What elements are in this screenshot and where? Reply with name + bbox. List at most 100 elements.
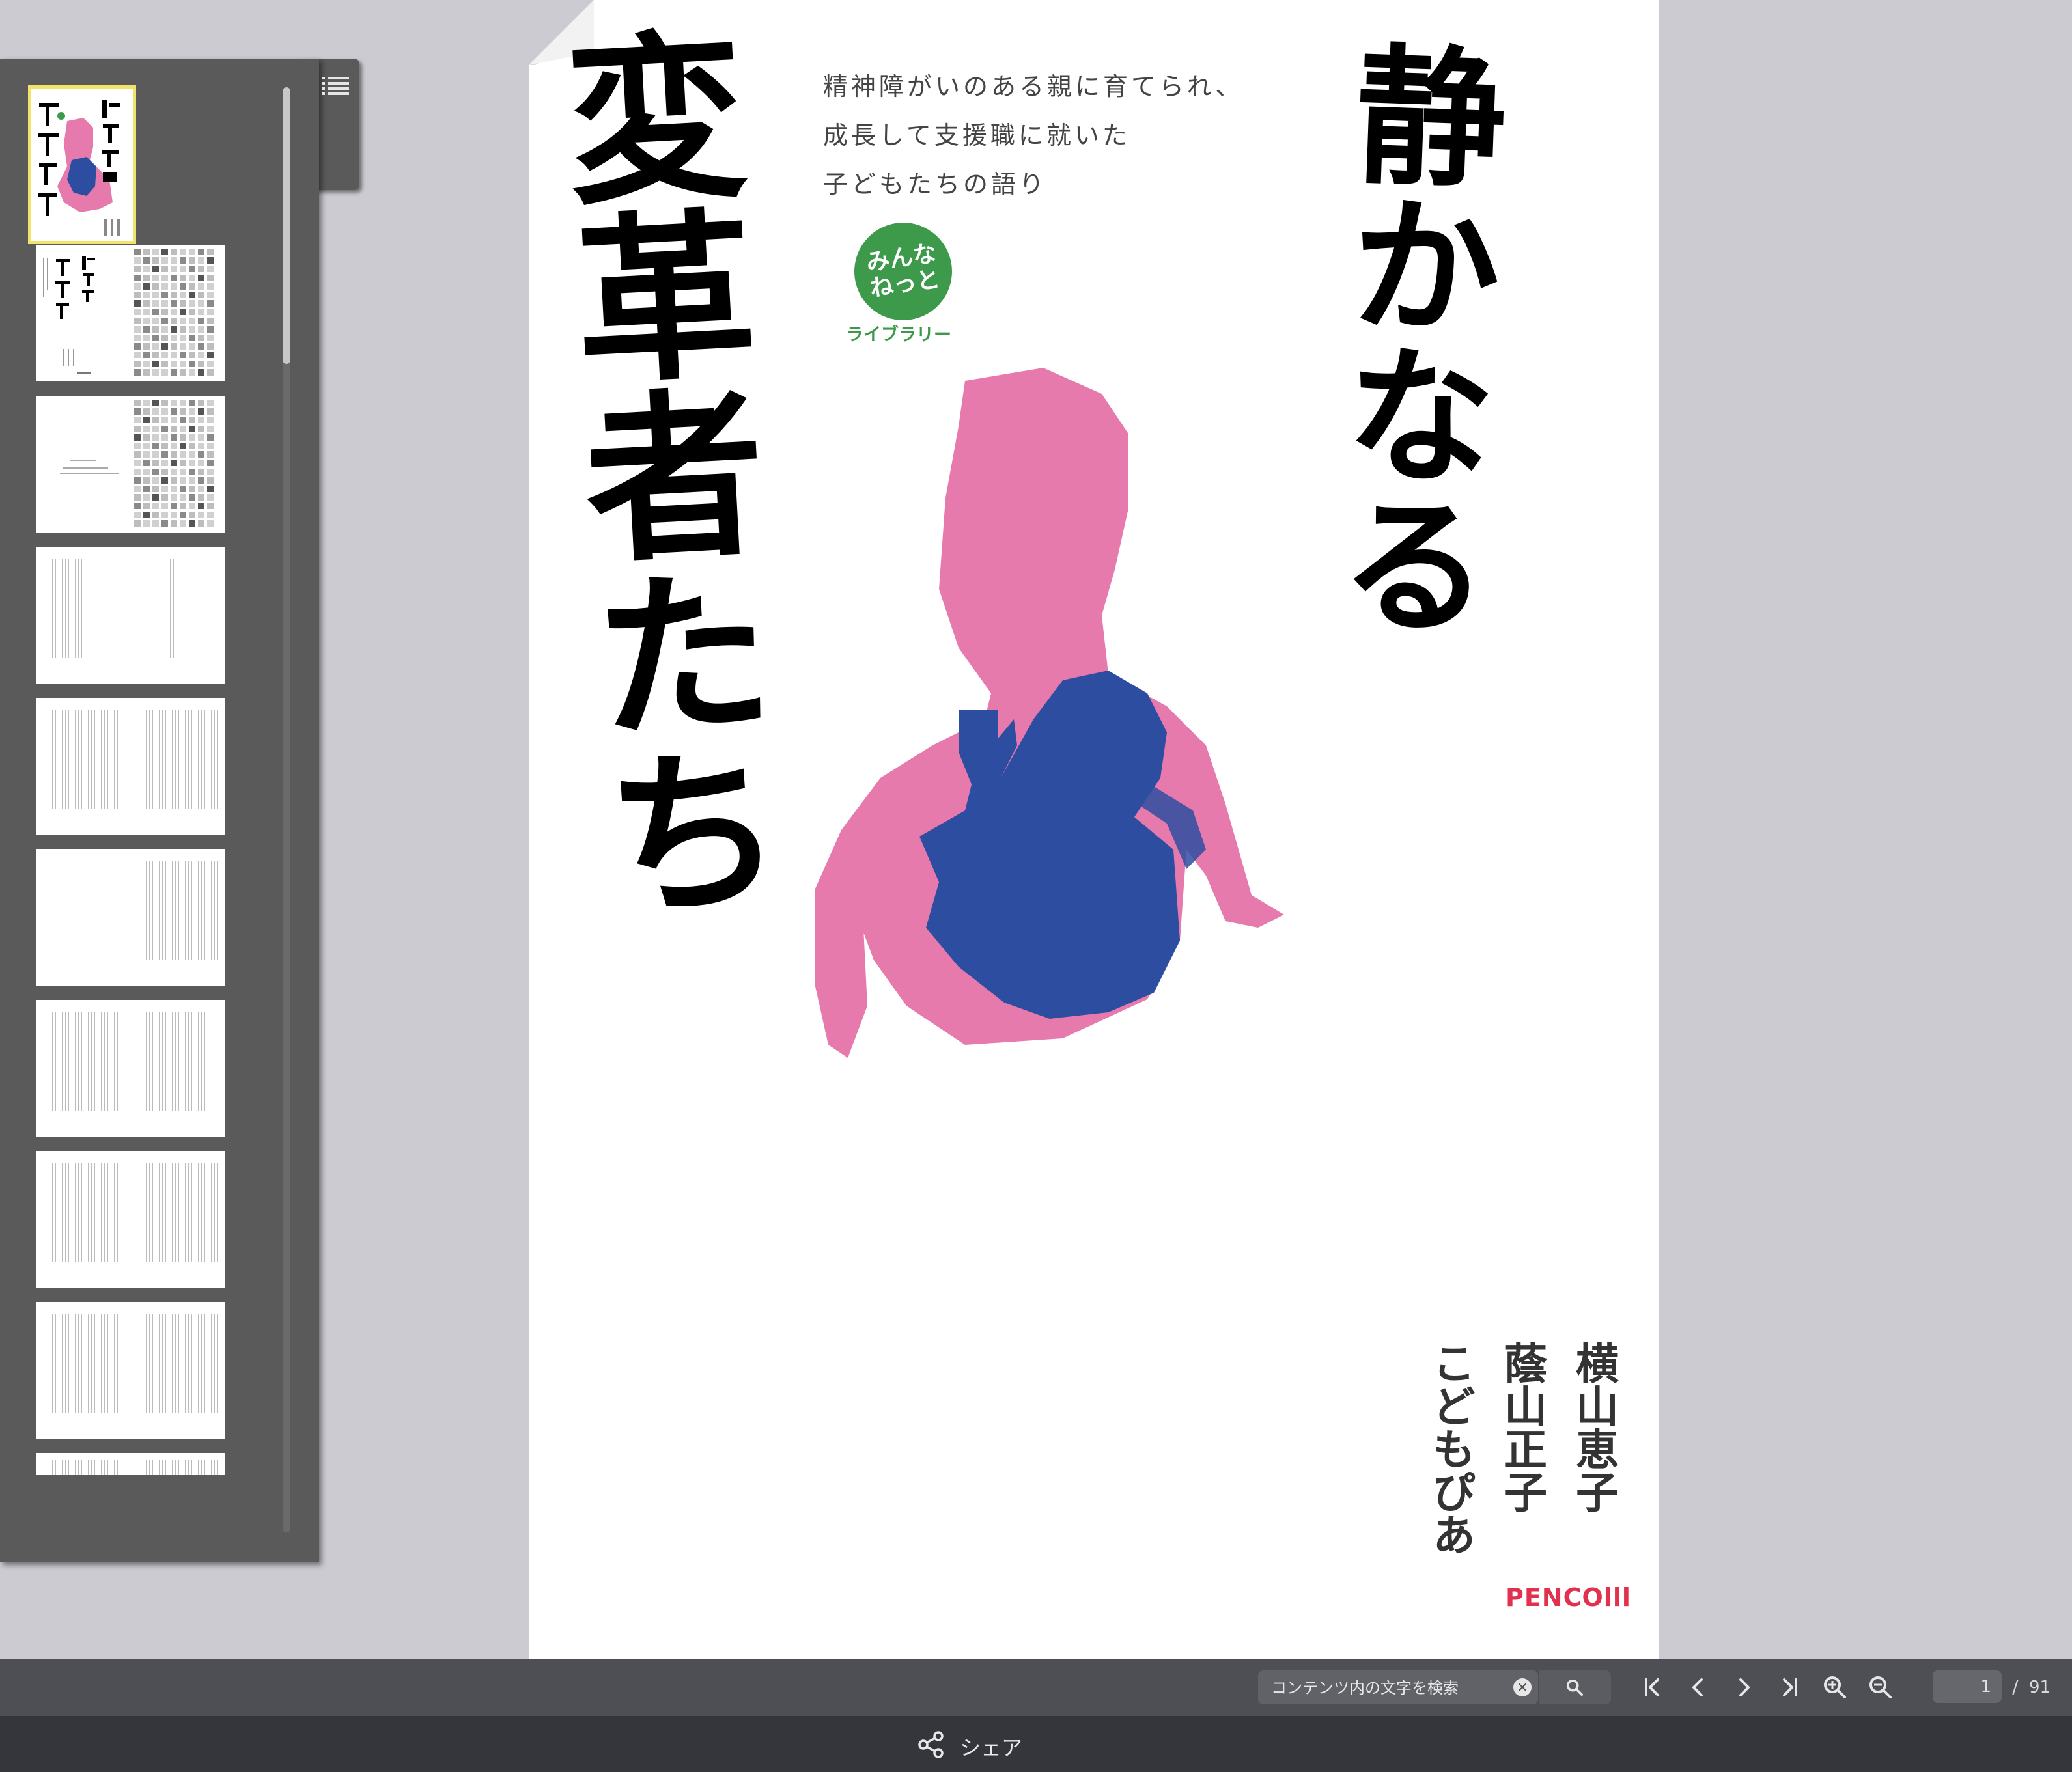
thumbnail-page-2[interactable] (36, 245, 225, 381)
thumbnail-text-line (65, 710, 66, 809)
thumbnail-grid-cell (198, 494, 204, 501)
thumbnail-grid-cell (180, 477, 186, 484)
thumbnail-text-line (188, 710, 189, 809)
author-3: こどもぴあ (1425, 1341, 1476, 1556)
page-view[interactable]: 精神障がいのある親に育てられ、 成長して支援職に就いた 子どもたちの語り みんな… (529, 0, 1659, 1659)
thumbnail-text-line (188, 1163, 189, 1262)
thumbnail-text-line (217, 1314, 218, 1413)
zoom-in-button[interactable] (1817, 1670, 1853, 1704)
thumbnail-page-1[interactable] (28, 85, 136, 244)
thumbnail-text-line (204, 1012, 205, 1111)
thumbnail-grid-cell (134, 425, 141, 432)
thumbnail-grid-cell (152, 274, 159, 281)
thumbnail-grid-cell (180, 352, 186, 359)
thumbnail-page-6[interactable] (36, 849, 225, 986)
thumbnail-text-line (149, 861, 150, 960)
thumbnail-text-line (81, 1163, 82, 1262)
thumbnail-grid-cell (152, 425, 159, 432)
thumbnail-text-line (68, 1163, 69, 1262)
thumbnail-grid-cell (171, 317, 177, 324)
thumbnail-text-line (165, 1163, 166, 1262)
thumbnail-text-line (55, 1460, 56, 1475)
outline-list-icon[interactable] (320, 73, 350, 99)
thumbnail-grid-cell (171, 300, 177, 307)
thumbnail-grid-cell (171, 434, 177, 441)
thumbnail-grid-cell (134, 283, 141, 290)
thumbnail-grid-cell (198, 368, 204, 376)
thumbnail-page-5[interactable] (36, 698, 225, 835)
thumbnail-text-line (185, 1314, 186, 1413)
thumbnail-grid-cell (189, 468, 195, 475)
thumbnail-grid-cell (189, 451, 195, 458)
thumbnail-grid-cell (134, 249, 141, 255)
thumbnail-grid-cell (180, 266, 186, 273)
thumbnail-grid-cell (198, 360, 204, 367)
content-search-input[interactable] (1270, 1674, 1494, 1702)
thumbnail-grid-cell (161, 343, 168, 350)
thumbnail-grid-cell (152, 266, 159, 273)
cover-subtitle: 精神障がいのある親に育てられ、 成長して支援職に就いた 子どもたちの語り (823, 62, 1292, 209)
thumbnail-grid-cell (171, 292, 177, 298)
thumbnail-grid-cell (134, 451, 141, 458)
thumbnail-grid-cell (161, 317, 168, 324)
thumbnail-page-4[interactable] (36, 547, 225, 684)
thumbnail-text-line (217, 861, 218, 960)
thumbnail-grid-cell (207, 309, 214, 316)
thumbnail-text-line (81, 1012, 82, 1111)
next-page-button[interactable] (1726, 1670, 1762, 1704)
thumbnail-grid-cell (143, 325, 150, 333)
thumbnail-scrollbar-thumb[interactable] (283, 87, 290, 364)
thumbnail-page-10[interactable] (36, 1453, 225, 1475)
thumbnail-text-line (55, 559, 56, 658)
thumbnail-text-line (107, 1012, 108, 1111)
thumbnail-text-line (88, 1460, 89, 1475)
search-button[interactable] (1539, 1670, 1611, 1704)
thumbnail-grid-cell (207, 443, 214, 449)
thumbnail-text-line (117, 1314, 118, 1413)
share-button[interactable]: シェア (917, 1725, 1041, 1764)
first-page-button[interactable] (1634, 1670, 1671, 1704)
thumbnail-text-line (175, 1163, 176, 1262)
thumbnail-page-8[interactable] (36, 1151, 225, 1288)
thumbnail-grid-cell (134, 257, 141, 264)
thumbnail-text-line (185, 1012, 186, 1111)
clear-search-icon[interactable]: ✕ (1513, 1678, 1532, 1696)
thumbnail-grid-cell (134, 503, 141, 510)
thumbnail-text-line (170, 559, 171, 658)
thumbnail-grid-cell (152, 343, 159, 350)
thumbnail-grid-cell (189, 300, 195, 307)
thumbnail-text-line (104, 710, 105, 809)
share-label: シェア (960, 1736, 1023, 1760)
thumbnail-text-line (146, 1460, 147, 1475)
thumbnail-grid-cell (134, 343, 141, 350)
thumbnail-grid-cell (207, 417, 214, 424)
thumbnail-grid-cell (143, 425, 150, 432)
zoom-out-button[interactable] (1862, 1670, 1899, 1704)
thumbnail-grid-cell (134, 400, 141, 406)
thumbnail-page-7[interactable] (36, 1000, 225, 1137)
thumbnail-text-line (185, 1163, 186, 1262)
thumbnail-text-line (162, 1460, 163, 1475)
thumbnail-grid-cell (171, 503, 177, 510)
thumbnail-grid-cell (134, 408, 141, 415)
thumbnail-page-3[interactable] (36, 396, 225, 533)
thumbnail-text-line (198, 1163, 199, 1262)
thumbnail-grid-cell (161, 400, 168, 406)
thumbnail-grid-cell (161, 266, 168, 273)
current-page-input[interactable] (1933, 1670, 2002, 1703)
thumbnail-text-line (117, 1460, 118, 1475)
thumbnail-grid-cell (198, 434, 204, 441)
thumbnail-page-9[interactable] (36, 1302, 225, 1439)
zoom-in-icon (1824, 1676, 1846, 1698)
previous-page-button[interactable] (1680, 1670, 1716, 1704)
last-page-button[interactable] (1771, 1670, 1808, 1704)
thumbnail-text-line (175, 710, 176, 809)
thumbnail-grid-cell (198, 511, 204, 518)
thumbnail-text-line (152, 861, 153, 960)
thumbnail-grid-cell (180, 292, 186, 298)
thumbnail-text-line (91, 1012, 92, 1111)
thumbnail-grid-cell (207, 468, 214, 475)
thumbnail-grid-cell (180, 309, 186, 316)
thumbnail-grid-cell (198, 417, 204, 424)
thumbnail-grid-cell (161, 368, 168, 376)
